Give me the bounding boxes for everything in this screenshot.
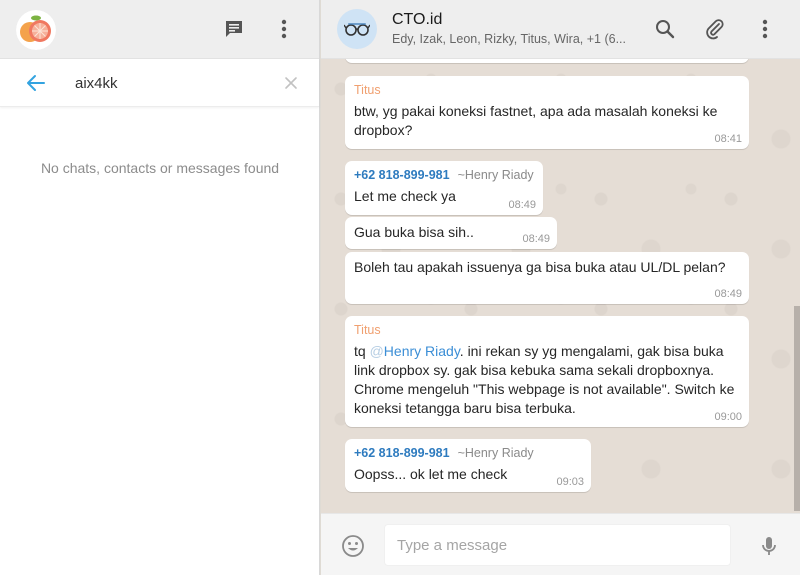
- menu-icon[interactable]: [272, 17, 296, 41]
- sender-name: Titus: [354, 323, 381, 337]
- conversation-pane: CTO.id Edy, Izak, Leon, Rizky, Titus, Wi…: [321, 0, 800, 575]
- chat-members: Edy, Izak, Leon, Rizky, Titus, Wira, +1 …: [392, 32, 626, 46]
- sender-alias: ~Henry Riady: [457, 446, 534, 460]
- message-bubble: [345, 59, 749, 63]
- message-bubble: +62 818-899-981 ~Henry Riady Let me check…: [345, 161, 543, 215]
- scrollbar[interactable]: [794, 306, 800, 511]
- chat-list-pane: No chats, contacts or messages found: [0, 0, 320, 575]
- chat-header[interactable]: CTO.id Edy, Izak, Leon, Rizky, Titus, Wi…: [321, 0, 800, 59]
- microphone-icon[interactable]: [757, 534, 781, 558]
- sender-alias: ~Henry Riady: [457, 168, 534, 182]
- message-bubble: Gua buka bisa sih.. 08:49: [345, 217, 557, 249]
- clear-search-icon[interactable]: [282, 74, 300, 92]
- message-bubble: Titus tq @Henry Riady. ini rekan sy yg m…: [345, 316, 749, 427]
- mention-at: @: [369, 343, 384, 359]
- message-text: Boleh tau apakah issuenya ga bisa buka a…: [354, 259, 726, 275]
- message-time: 09:03: [556, 476, 584, 488]
- message-input[interactable]: [384, 524, 731, 566]
- message-text: tq @Henry Riady. ini rekan sy yg mengala…: [354, 342, 740, 418]
- empty-state-text: No chats, contacts or messages found: [40, 160, 280, 176]
- new-chat-icon[interactable]: [222, 17, 246, 41]
- message-list[interactable]: Titus btw, yg pakai koneksi fastnet, apa…: [321, 59, 800, 513]
- sidebar-header: [0, 0, 319, 59]
- sender-phone[interactable]: +62 818-899-981: [354, 168, 450, 182]
- sender-name: Titus: [354, 83, 381, 97]
- message-text: btw, yg pakai koneksi fastnet, apa ada m…: [354, 103, 718, 138]
- chat-title: CTO.id: [392, 11, 443, 28]
- search-icon[interactable]: [653, 17, 677, 41]
- message-time: 08:41: [714, 133, 742, 145]
- chat-menu-icon[interactable]: [753, 17, 777, 41]
- search-bar: [0, 59, 319, 107]
- mention-name: Henry Riady: [383, 343, 460, 359]
- message-text: Gua buka bisa sih..: [354, 224, 474, 240]
- compose-bar: [321, 513, 800, 575]
- message-bubble: +62 818-899-981 ~Henry Riady Oopss... ok …: [345, 439, 591, 492]
- message-bubble: Boleh tau apakah issuenya ga bisa buka a…: [345, 252, 749, 304]
- message-time: 08:49: [714, 288, 742, 300]
- search-input[interactable]: [75, 71, 265, 95]
- message-text: Let me check ya: [354, 188, 456, 204]
- message-time: 08:49: [508, 199, 536, 211]
- avatar[interactable]: [16, 10, 56, 50]
- message-text: Oopss... ok let me check: [354, 466, 508, 482]
- message-text-prefix: tq: [354, 343, 370, 359]
- group-avatar[interactable]: [337, 9, 377, 49]
- sender-phone[interactable]: +62 818-899-981: [354, 446, 450, 460]
- message-time: 08:49: [522, 233, 550, 245]
- mention-link[interactable]: @Henry Riady: [370, 343, 460, 359]
- emoji-icon[interactable]: [341, 534, 365, 558]
- message-time: 09:00: [714, 411, 742, 423]
- message-bubble: Titus btw, yg pakai koneksi fastnet, apa…: [345, 76, 749, 149]
- back-arrow-icon[interactable]: [24, 71, 48, 95]
- attach-icon[interactable]: [703, 17, 727, 41]
